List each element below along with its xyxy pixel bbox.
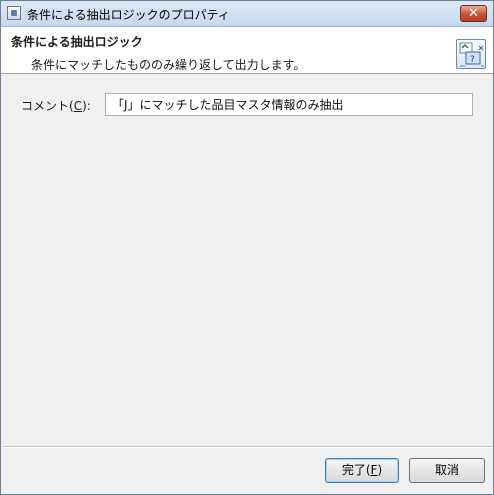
title-bar[interactable]: 条件による抽出ロジックのプロパティ ✕ [1, 1, 493, 27]
app-icon [7, 6, 21, 20]
comment-input[interactable] [105, 93, 473, 116]
header-title: 条件による抽出ロジック [11, 35, 143, 49]
close-button[interactable]: ✕ [460, 5, 487, 22]
comment-label: コメント(C): [21, 99, 91, 113]
header-description: 条件にマッチしたもののみ繰り返して出力します。 [31, 58, 306, 72]
finish-button[interactable]: 完了(F) [325, 458, 399, 483]
footer-divider [3, 446, 493, 448]
window-title: 条件による抽出ロジックのプロパティ [27, 8, 230, 22]
property-dialog: 条件による抽出ロジックのプロパティ ✕ 条件による抽出ロジック 条件にマッチした… [0, 0, 494, 495]
dialog-header: 条件による抽出ロジック 条件にマッチしたもののみ繰り返して出力します。 ? [1, 27, 493, 74]
cancel-button[interactable]: 取消 [409, 458, 485, 483]
wizard-icon: ? [456, 39, 486, 69]
svg-text:?: ? [470, 55, 475, 65]
